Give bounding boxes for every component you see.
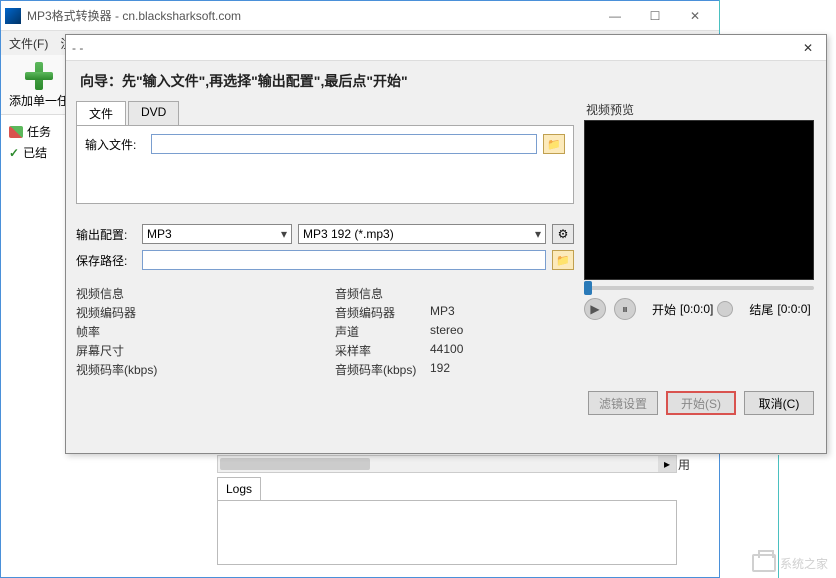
audio-info-panel: 音频信息 音频编码器MP3 声道stereo 采样率44100 音频码率(kbp… bbox=[335, 284, 574, 379]
add-task-button[interactable]: 添加单一任 bbox=[9, 60, 69, 109]
output-config-label: 输出配置: bbox=[76, 226, 136, 243]
gear-icon: ⚙ bbox=[558, 227, 569, 241]
preview-label: 视频预览 bbox=[584, 101, 814, 118]
add-task-label: 添加单一任 bbox=[9, 92, 69, 109]
check-icon: ✓ bbox=[9, 146, 19, 160]
dialog-titlebar: - - ✕ bbox=[66, 35, 826, 61]
close-button[interactable]: ✕ bbox=[675, 4, 715, 28]
input-tabs: 文件 DVD bbox=[76, 101, 574, 126]
profile-settings-button[interactable]: ⚙ bbox=[552, 224, 574, 244]
app-icon bbox=[5, 8, 21, 24]
set-start-button[interactable] bbox=[717, 301, 733, 317]
truncated-text: 用 bbox=[678, 456, 690, 473]
seek-slider[interactable] bbox=[584, 286, 814, 290]
bottom-panel: ▸ Logs bbox=[217, 455, 677, 565]
refresh-icon bbox=[9, 126, 23, 138]
start-time: [0:0:0] bbox=[680, 302, 713, 316]
start-label: 开始 bbox=[652, 301, 676, 318]
end-label: 结尾 bbox=[749, 301, 773, 318]
format-combo[interactable]: MP3▾ bbox=[142, 224, 292, 244]
browse-save-button[interactable] bbox=[552, 250, 574, 270]
scroll-right-button[interactable]: ▸ bbox=[658, 456, 676, 472]
filter-settings-button[interactable]: 滤镜设置 bbox=[588, 391, 658, 415]
dialog-close-button[interactable]: ✕ bbox=[796, 38, 820, 58]
scrollbar-thumb[interactable] bbox=[220, 458, 370, 470]
save-path-field[interactable] bbox=[142, 250, 546, 270]
chevron-down-icon: ▾ bbox=[535, 227, 541, 241]
chevron-down-icon: ▾ bbox=[281, 227, 287, 241]
wizard-heading: 向导：先"输入文件",再选择"输出配置",最后点"开始" bbox=[66, 61, 826, 101]
menu-file[interactable]: 文件(F) bbox=[9, 35, 48, 52]
video-preview bbox=[584, 120, 814, 280]
video-info-panel: 视频信息 视频编码器 帧率 屏幕尺寸 视频码率(kbps) bbox=[76, 284, 315, 379]
house-icon bbox=[752, 554, 776, 572]
profile-combo[interactable]: MP3 192 (*.mp3)▾ bbox=[298, 224, 546, 244]
file-tab-pane: 输入文件: bbox=[76, 126, 574, 204]
start-button[interactable]: 开始(S) bbox=[666, 391, 736, 415]
logs-textarea[interactable] bbox=[217, 500, 677, 565]
dialog-footer: 滤镜设置 开始(S) 取消(C) bbox=[66, 379, 826, 427]
browse-input-button[interactable] bbox=[543, 134, 565, 154]
logs-tab[interactable]: Logs bbox=[217, 477, 261, 500]
playback-controls: ▶ ⏸ 开始 [0:0:0] 结尾 [0:0:0] bbox=[584, 298, 814, 320]
end-time: [0:0:0] bbox=[777, 302, 810, 316]
cancel-button[interactable]: 取消(C) bbox=[744, 391, 814, 415]
input-file-field[interactable] bbox=[151, 134, 537, 154]
plus-icon bbox=[23, 60, 55, 92]
play-button[interactable]: ▶ bbox=[584, 298, 606, 320]
pause-button[interactable]: ⏸ bbox=[614, 298, 636, 320]
slider-thumb[interactable] bbox=[584, 281, 592, 295]
input-file-label: 输入文件: bbox=[85, 136, 145, 153]
maximize-button[interactable]: ☐ bbox=[635, 4, 675, 28]
window-title: MP3格式转换器 - cn.blacksharksoft.com bbox=[27, 7, 595, 24]
divider bbox=[719, 0, 720, 33]
minimize-button[interactable]: — bbox=[595, 4, 635, 28]
horizontal-scrollbar[interactable]: ▸ bbox=[217, 455, 677, 473]
tab-dvd[interactable]: DVD bbox=[128, 101, 179, 125]
dialog-title: - - bbox=[72, 41, 796, 55]
save-path-label: 保存路径: bbox=[76, 252, 136, 269]
watermark: 系统之家 bbox=[752, 554, 828, 572]
tab-file[interactable]: 文件 bbox=[76, 101, 126, 125]
main-titlebar: MP3格式转换器 - cn.blacksharksoft.com — ☐ ✕ bbox=[1, 1, 719, 31]
wizard-dialog: - - ✕ 向导：先"输入文件",再选择"输出配置",最后点"开始" 文件 DV… bbox=[65, 34, 827, 454]
